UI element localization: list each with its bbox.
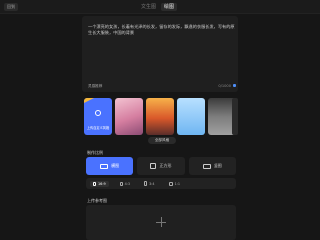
- upload-section-title: 上传参考图: [87, 198, 107, 203]
- badge-icon: [84, 98, 94, 103]
- size-3-4[interactable]: 3:4: [141, 180, 157, 187]
- tab-draw[interactable]: 绘图: [161, 3, 178, 11]
- counter-text: 0/1000: [218, 84, 231, 88]
- custom-style-card[interactable]: 上传自定义风格: [84, 98, 112, 135]
- clear-icon[interactable]: [233, 84, 236, 87]
- mode-tabs: 文生图 绘图: [138, 3, 178, 11]
- add-icon: [156, 217, 166, 227]
- size-label: 4:3: [124, 181, 131, 186]
- ratio-options: 横图 正方形 竖图: [86, 157, 236, 175]
- size-4-3[interactable]: 4:3: [117, 181, 133, 187]
- size-1-1[interactable]: 1:1: [166, 181, 183, 187]
- char-counter: 0/1000: [218, 84, 236, 88]
- size-label: 1:1: [174, 181, 181, 186]
- upload-reference-area[interactable]: [86, 205, 236, 240]
- size-icon: [168, 181, 173, 186]
- ratio-square[interactable]: 正方形: [137, 157, 185, 175]
- landscape-icon: [100, 163, 109, 169]
- prompt-panel[interactable]: 一个漂亮的女孩，长着有光泽的长发，留存的发际，飘逸的衣服长发，写有的原生长大服装…: [82, 16, 238, 92]
- portrait-icon: [202, 163, 211, 169]
- ratio-landscape[interactable]: 横图: [86, 157, 134, 175]
- ratio-square-label: 正方形: [159, 163, 172, 168]
- tab-text-to-image[interactable]: 文生图: [138, 3, 159, 11]
- size-icon: [93, 181, 96, 186]
- style-card-cartoon[interactable]: [177, 98, 205, 135]
- style-card-anime[interactable]: [115, 98, 143, 135]
- back-button[interactable]: 回到: [4, 3, 18, 11]
- inspire-button[interactable]: 灵感推荐: [88, 84, 102, 89]
- prompt-footer: 灵感推荐 0/1000: [88, 84, 236, 90]
- ratio-section-title: 制作比例: [87, 150, 103, 155]
- ratio-landscape-label: 横图: [111, 163, 120, 168]
- plus-icon: [95, 110, 101, 116]
- size-icon: [119, 181, 123, 186]
- size-icon: [144, 181, 148, 186]
- all-styles-button[interactable]: 全部风格: [148, 137, 176, 144]
- size-label: 3:4: [149, 181, 155, 186]
- prompt-text[interactable]: 一个漂亮的女孩，长着有光泽的长发，留存的发际，飘逸的衣服长发，写有的原生长大服装…: [88, 24, 236, 36]
- square-icon: [150, 163, 157, 169]
- style-scroll-handle[interactable]: [232, 98, 238, 135]
- size-options: 16:9 4:3 3:4 1:1: [86, 178, 236, 189]
- size-16-9[interactable]: 16:9: [90, 180, 109, 187]
- style-list: 上传自定义风格: [84, 98, 238, 135]
- custom-style-label: 上传自定义风格: [86, 126, 110, 130]
- top-bar: 回到 文生图 绘图: [0, 0, 320, 14]
- ratio-portrait-label: 竖图: [213, 163, 222, 168]
- style-card-sunset[interactable]: [146, 98, 174, 135]
- ratio-portrait[interactable]: 竖图: [188, 157, 236, 175]
- size-label: 16:9: [98, 181, 106, 186]
